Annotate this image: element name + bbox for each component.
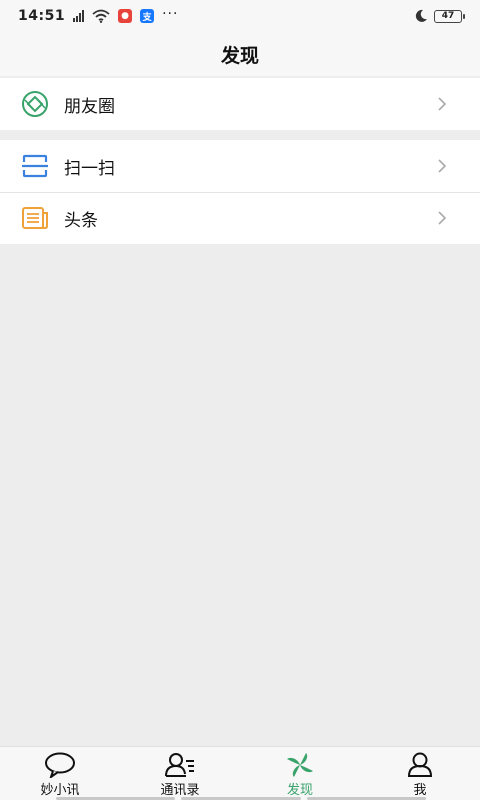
bottom-tab-bar: 妙小讯 通讯录 发现 我 [0,746,480,800]
signal-icon [73,10,85,22]
tab-label: 我 [413,783,427,798]
contacts-icon [164,752,196,778]
tab-me[interactable]: 我 [360,747,480,800]
tab-label: 发现 [286,783,313,798]
moon-icon [415,9,427,22]
wifi-icon [92,9,110,23]
status-time: 14:51 [18,8,66,24]
tab-label: 通讯录 [160,783,200,798]
more-notifications-icon: ··· [162,6,179,22]
list-item-news[interactable]: 头条 [0,192,480,244]
notification-alipay-icon: 支 [140,9,155,23]
discover-icon [284,752,316,778]
moments-group: 朋友圈 [0,78,480,130]
chat-icon [44,752,76,778]
chevron-right-icon [438,211,447,225]
tools-group: 扫一扫 头条 [0,140,480,244]
scan-icon [20,151,50,181]
list-item-label: 朋友圈 [64,96,115,117]
status-bar: 14:51 ● 支 ··· 47 [0,0,480,32]
chevron-right-icon [438,97,447,111]
moments-icon [20,89,50,119]
tab-contacts[interactable]: 通讯录 [120,747,240,800]
news-icon [20,203,50,233]
list-item-scan[interactable]: 扫一扫 [0,140,480,192]
page-title: 发现 [220,44,259,67]
chevron-right-icon [438,159,447,173]
profile-icon [404,752,436,778]
battery-indicator: 47 [434,9,465,23]
notification-app-icon: ● [118,9,133,23]
list-item-label: 扫一扫 [64,158,115,179]
tab-label: 妙小讯 [40,783,80,798]
title-bar: 发现 [0,32,480,76]
list-item-label: 头条 [64,210,98,231]
tab-chats[interactable]: 妙小讯 [0,747,120,800]
tab-discover[interactable]: 发现 [240,747,360,800]
list-item-moments[interactable]: 朋友圈 [0,78,480,130]
